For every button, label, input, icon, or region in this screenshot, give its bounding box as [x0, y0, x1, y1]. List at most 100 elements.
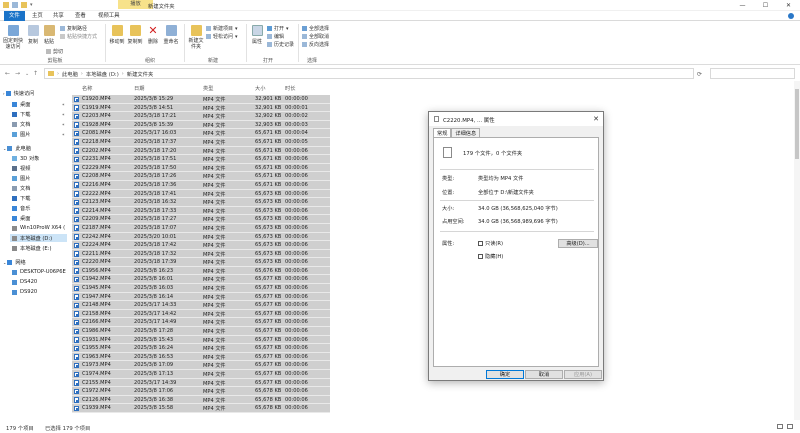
paste-shortcut-button[interactable]: 粘贴快捷方式: [60, 33, 97, 40]
cancel-button[interactable]: 取消: [525, 370, 563, 379]
table-row[interactable]: C2231.MP4 2025/3/18 17:51 MP4 文件 65,671 KB 0…: [72, 155, 330, 164]
table-row[interactable]: C2148.MP4 2025/3/17 14:33 MP4 文件 65,677 KB 0…: [72, 301, 330, 310]
table-row[interactable]: C2158.MP4 2025/3/17 14:42 MP4 文件 65,677 KB 0…: [72, 309, 330, 319]
table-row[interactable]: C1973.MP4 2025/3/8 17:09 MP4 文件 65,677 KB 00…: [72, 361, 330, 370]
nav-drive-d[interactable]: 本地磁盘 (D:): [10, 234, 67, 242]
table-row[interactable]: C2220.MP4 2025/3/18 17:39 MP4 文件 65,673 KB 0…: [72, 258, 330, 267]
address-bar[interactable]: › 此电脑 › 本地磁盘 (D:) › 新建文件夹: [44, 68, 694, 79]
apply-button[interactable]: 应用(A): [564, 370, 602, 379]
table-row[interactable]: C1963.MP4 2025/3/8 16:53 MP4 文件 65,677 KB 00…: [72, 352, 330, 362]
breadcrumb-local-disk-d[interactable]: 本地磁盘 (D:): [86, 70, 119, 78]
table-row[interactable]: C2166.MP4 2025/3/17 14:49 MP4 文件 65,677 KB 0…: [72, 318, 330, 328]
table-row[interactable]: C1986.MP4 2025/3/8 17:28 MP4 文件 65,677 KB 00…: [72, 327, 330, 336]
table-row[interactable]: C2208.MP4 2025/3/18 17:26 MP4 文件 65,671 KB 0…: [72, 172, 330, 181]
checkbox-box[interactable]: [478, 254, 483, 259]
minimize-icon[interactable]: —: [731, 0, 754, 10]
open-button[interactable]: 打开 ▾: [267, 25, 289, 32]
pin-quick-access-button[interactable]: 固定到快速访问: [3, 25, 23, 50]
column-type[interactable]: 类型: [203, 85, 213, 92]
advanced-button[interactable]: 高级(D)...: [558, 239, 598, 248]
ok-button[interactable]: 确定: [486, 370, 524, 379]
copy-path-button[interactable]: 复制路径: [60, 25, 87, 32]
nav-this-pc[interactable]: ⌄ 此电脑: [3, 144, 67, 152]
table-row[interactable]: C2229.MP4 2025/3/18 17:50 MP4 文件 65,671 KB 0…: [72, 163, 330, 173]
nav-3d-objects[interactable]: 3D 对象: [12, 154, 67, 162]
recent-chevron-icon[interactable]: ⌄: [25, 71, 29, 77]
nav-drive-c[interactable]: Win10ProW X64 (: [12, 224, 67, 232]
select-all-button[interactable]: 全部选择: [302, 25, 329, 32]
maximize-icon[interactable]: ☐: [754, 0, 777, 10]
paste-button[interactable]: 粘贴: [42, 25, 56, 45]
column-length[interactable]: 时长: [285, 85, 295, 92]
vertical-scrollbar[interactable]: [794, 81, 800, 420]
new-item-button[interactable]: 新建项目 ▾: [206, 25, 238, 32]
nav-downloads[interactable]: 下载 ✶: [12, 110, 67, 118]
forward-arrow-icon[interactable]: →: [15, 70, 20, 77]
breadcrumb-new-folder[interactable]: 新建文件夹: [127, 70, 154, 78]
table-row[interactable]: C2211.MP4 2025/3/18 17:32 MP4 文件 65,673 KB 0…: [72, 249, 330, 259]
scrollbar-thumb[interactable]: [795, 89, 799, 159]
cut-button[interactable]: 剪切: [46, 48, 63, 55]
breadcrumb-this-pc[interactable]: 此电脑: [62, 70, 78, 78]
nav-desktop[interactable]: 桌面 ✶: [12, 100, 67, 108]
edit-button[interactable]: 编辑: [267, 33, 284, 40]
history-button[interactable]: 历史记录: [267, 41, 294, 48]
table-row[interactable]: C1939.MP4 2025/3/8 15:58 MP4 文件 65,678 KB 00…: [72, 404, 330, 413]
properties-button[interactable]: 属性: [250, 25, 264, 45]
table-row[interactable]: C1972.MP4 2025/3/8 17:06 MP4 文件 65,678 KB 00…: [72, 387, 330, 396]
nav-network[interactable]: ⌄ 网络: [3, 258, 67, 266]
nav-ds420[interactable]: DS420: [12, 278, 67, 286]
table-row[interactable]: C2126.MP4 2025/3/8 16:38 MP4 文件 65,678 KB 00…: [72, 395, 330, 405]
nav-quick-access[interactable]: › 快速访问: [3, 89, 67, 97]
table-row[interactable]: C2081.MP4 2025/3/17 16:03 MP4 文件 65,671 KB 0…: [72, 129, 330, 138]
table-row[interactable]: C1955.MP4 2025/3/8 16:24 MP4 文件 65,677 KB 00…: [72, 344, 330, 353]
move-to-button[interactable]: 移动到: [109, 25, 125, 45]
table-row[interactable]: C2155.MP4 2025/3/17 14:39 MP4 文件 65,677 KB 0…: [72, 378, 330, 388]
select-none-button[interactable]: 全部取消: [302, 33, 329, 40]
delete-button[interactable]: ✕ 删除: [146, 25, 160, 45]
table-row[interactable]: C1947.MP4 2025/3/8 16:14 MP4 文件 65,677 KB 00…: [72, 292, 330, 302]
tab-file[interactable]: 文件: [4, 11, 25, 21]
invert-selection-button[interactable]: 反向选择: [302, 41, 329, 48]
copy-button[interactable]: 复制: [26, 25, 40, 45]
hidden-checkbox[interactable]: 隐藏(H): [478, 253, 503, 260]
new-folder-button[interactable]: 新建文件夹: [188, 25, 204, 50]
table-row[interactable]: C2187.MP4 2025/3/18 17:07 MP4 文件 65,673 KB 0…: [72, 223, 330, 233]
readonly-checkbox[interactable]: 只读(R): [478, 240, 503, 247]
table-row[interactable]: C2216.MP4 2025/3/18 17:36 MP4 文件 65,671 KB 0…: [72, 180, 330, 190]
table-row[interactable]: C2222.MP4 2025/3/18 17:41 MP4 文件 65,673 KB 0…: [72, 189, 330, 199]
close-icon[interactable]: ✕: [777, 0, 800, 10]
table-row[interactable]: C1942.MP4 2025/3/8 16:01 MP4 文件 65,677 KB 00…: [72, 275, 330, 285]
nav-pc-downloads[interactable]: 下载: [12, 194, 67, 202]
table-row[interactable]: C2202.MP4 2025/3/18 17:20 MP4 文件 65,671 KB 0…: [72, 146, 330, 156]
checkbox-box[interactable]: [478, 241, 483, 246]
details-view-icon[interactable]: [777, 424, 783, 429]
close-icon[interactable]: ✕: [593, 115, 599, 123]
properties-icon[interactable]: [12, 2, 18, 8]
tab-view[interactable]: 查看: [70, 11, 91, 21]
tab-details[interactable]: 详细信息: [451, 128, 481, 137]
refresh-icon[interactable]: ⟳: [697, 71, 702, 78]
table-row[interactable]: C2203.MP4 2025/3/18 17:21 MP4 文件 32,902 KB 0…: [72, 112, 330, 121]
column-size[interactable]: 大小: [255, 85, 265, 92]
help-icon[interactable]: [788, 13, 794, 19]
table-row[interactable]: C1974.MP4 2025/3/8 17:13 MP4 文件 65,677 KB 00…: [72, 370, 330, 379]
up-arrow-icon[interactable]: ↑: [33, 70, 38, 77]
nav-drive-e[interactable]: 本地磁盘 (E:): [12, 244, 67, 252]
tab-general[interactable]: 常规: [433, 128, 452, 137]
chevron-down-icon[interactable]: ▾: [30, 2, 33, 8]
new-folder-icon[interactable]: [21, 2, 27, 8]
nav-documents[interactable]: 文档 ✶: [12, 120, 67, 128]
nav-music[interactable]: 音乐: [12, 204, 67, 212]
table-row[interactable]: C2123.MP4 2025/3/18 16:32 MP4 文件 65,673 KB 0…: [72, 198, 330, 207]
nav-ds920[interactable]: DS920: [12, 288, 67, 296]
table-row[interactable]: C2214.MP4 2025/3/18 17:33 MP4 文件 65,673 KB 0…: [72, 206, 330, 216]
easy-access-button[interactable]: 轻松访问 ▾: [206, 33, 238, 40]
nav-pc-documents[interactable]: 文档: [12, 184, 67, 192]
tab-share[interactable]: 共享: [48, 11, 69, 21]
search-input[interactable]: [710, 68, 795, 79]
table-row[interactable]: C1945.MP4 2025/3/8 16:03 MP4 文件 65,677 KB 00…: [72, 284, 330, 293]
copy-to-button[interactable]: 复制到: [127, 25, 143, 45]
nav-pc-pictures[interactable]: 图片: [12, 174, 67, 182]
tab-home[interactable]: 主页: [27, 11, 48, 21]
